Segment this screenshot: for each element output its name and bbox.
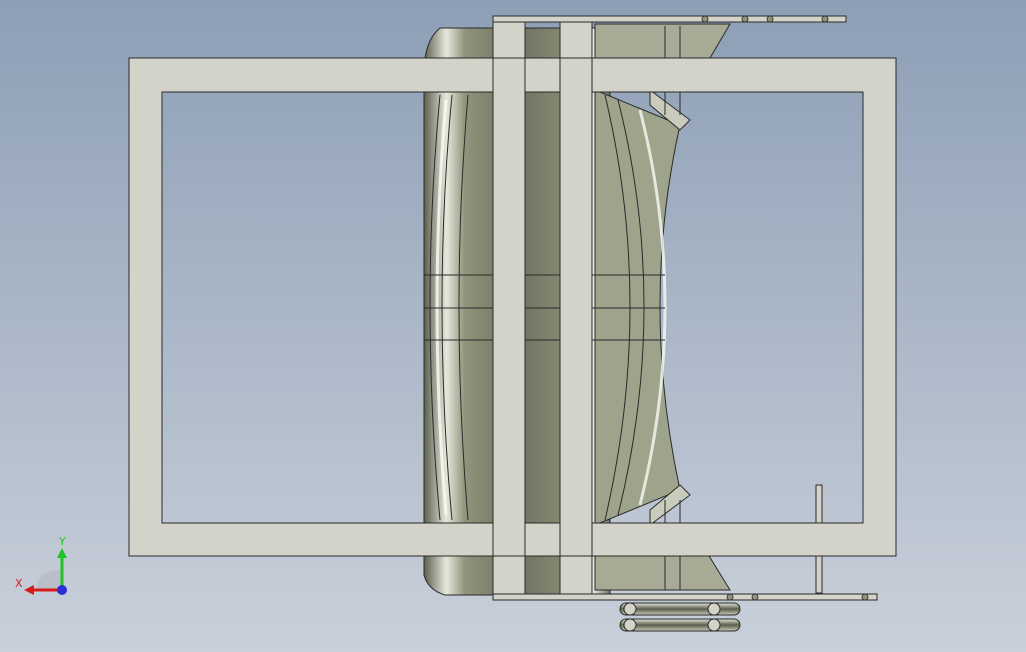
vertical-bar-left-overlay: [492, 57, 526, 557]
bottom-mount-plate[interactable]: [492, 593, 878, 601]
y-axis-label: Y: [58, 535, 66, 548]
model-canvas[interactable]: Y X: [0, 0, 1026, 652]
vertical-bar-right-overlay: [559, 57, 593, 557]
top-mount-plate[interactable]: [492, 15, 847, 23]
x-axis-label: X: [15, 577, 23, 590]
cad-viewport[interactable]: Y X: [0, 0, 1026, 652]
